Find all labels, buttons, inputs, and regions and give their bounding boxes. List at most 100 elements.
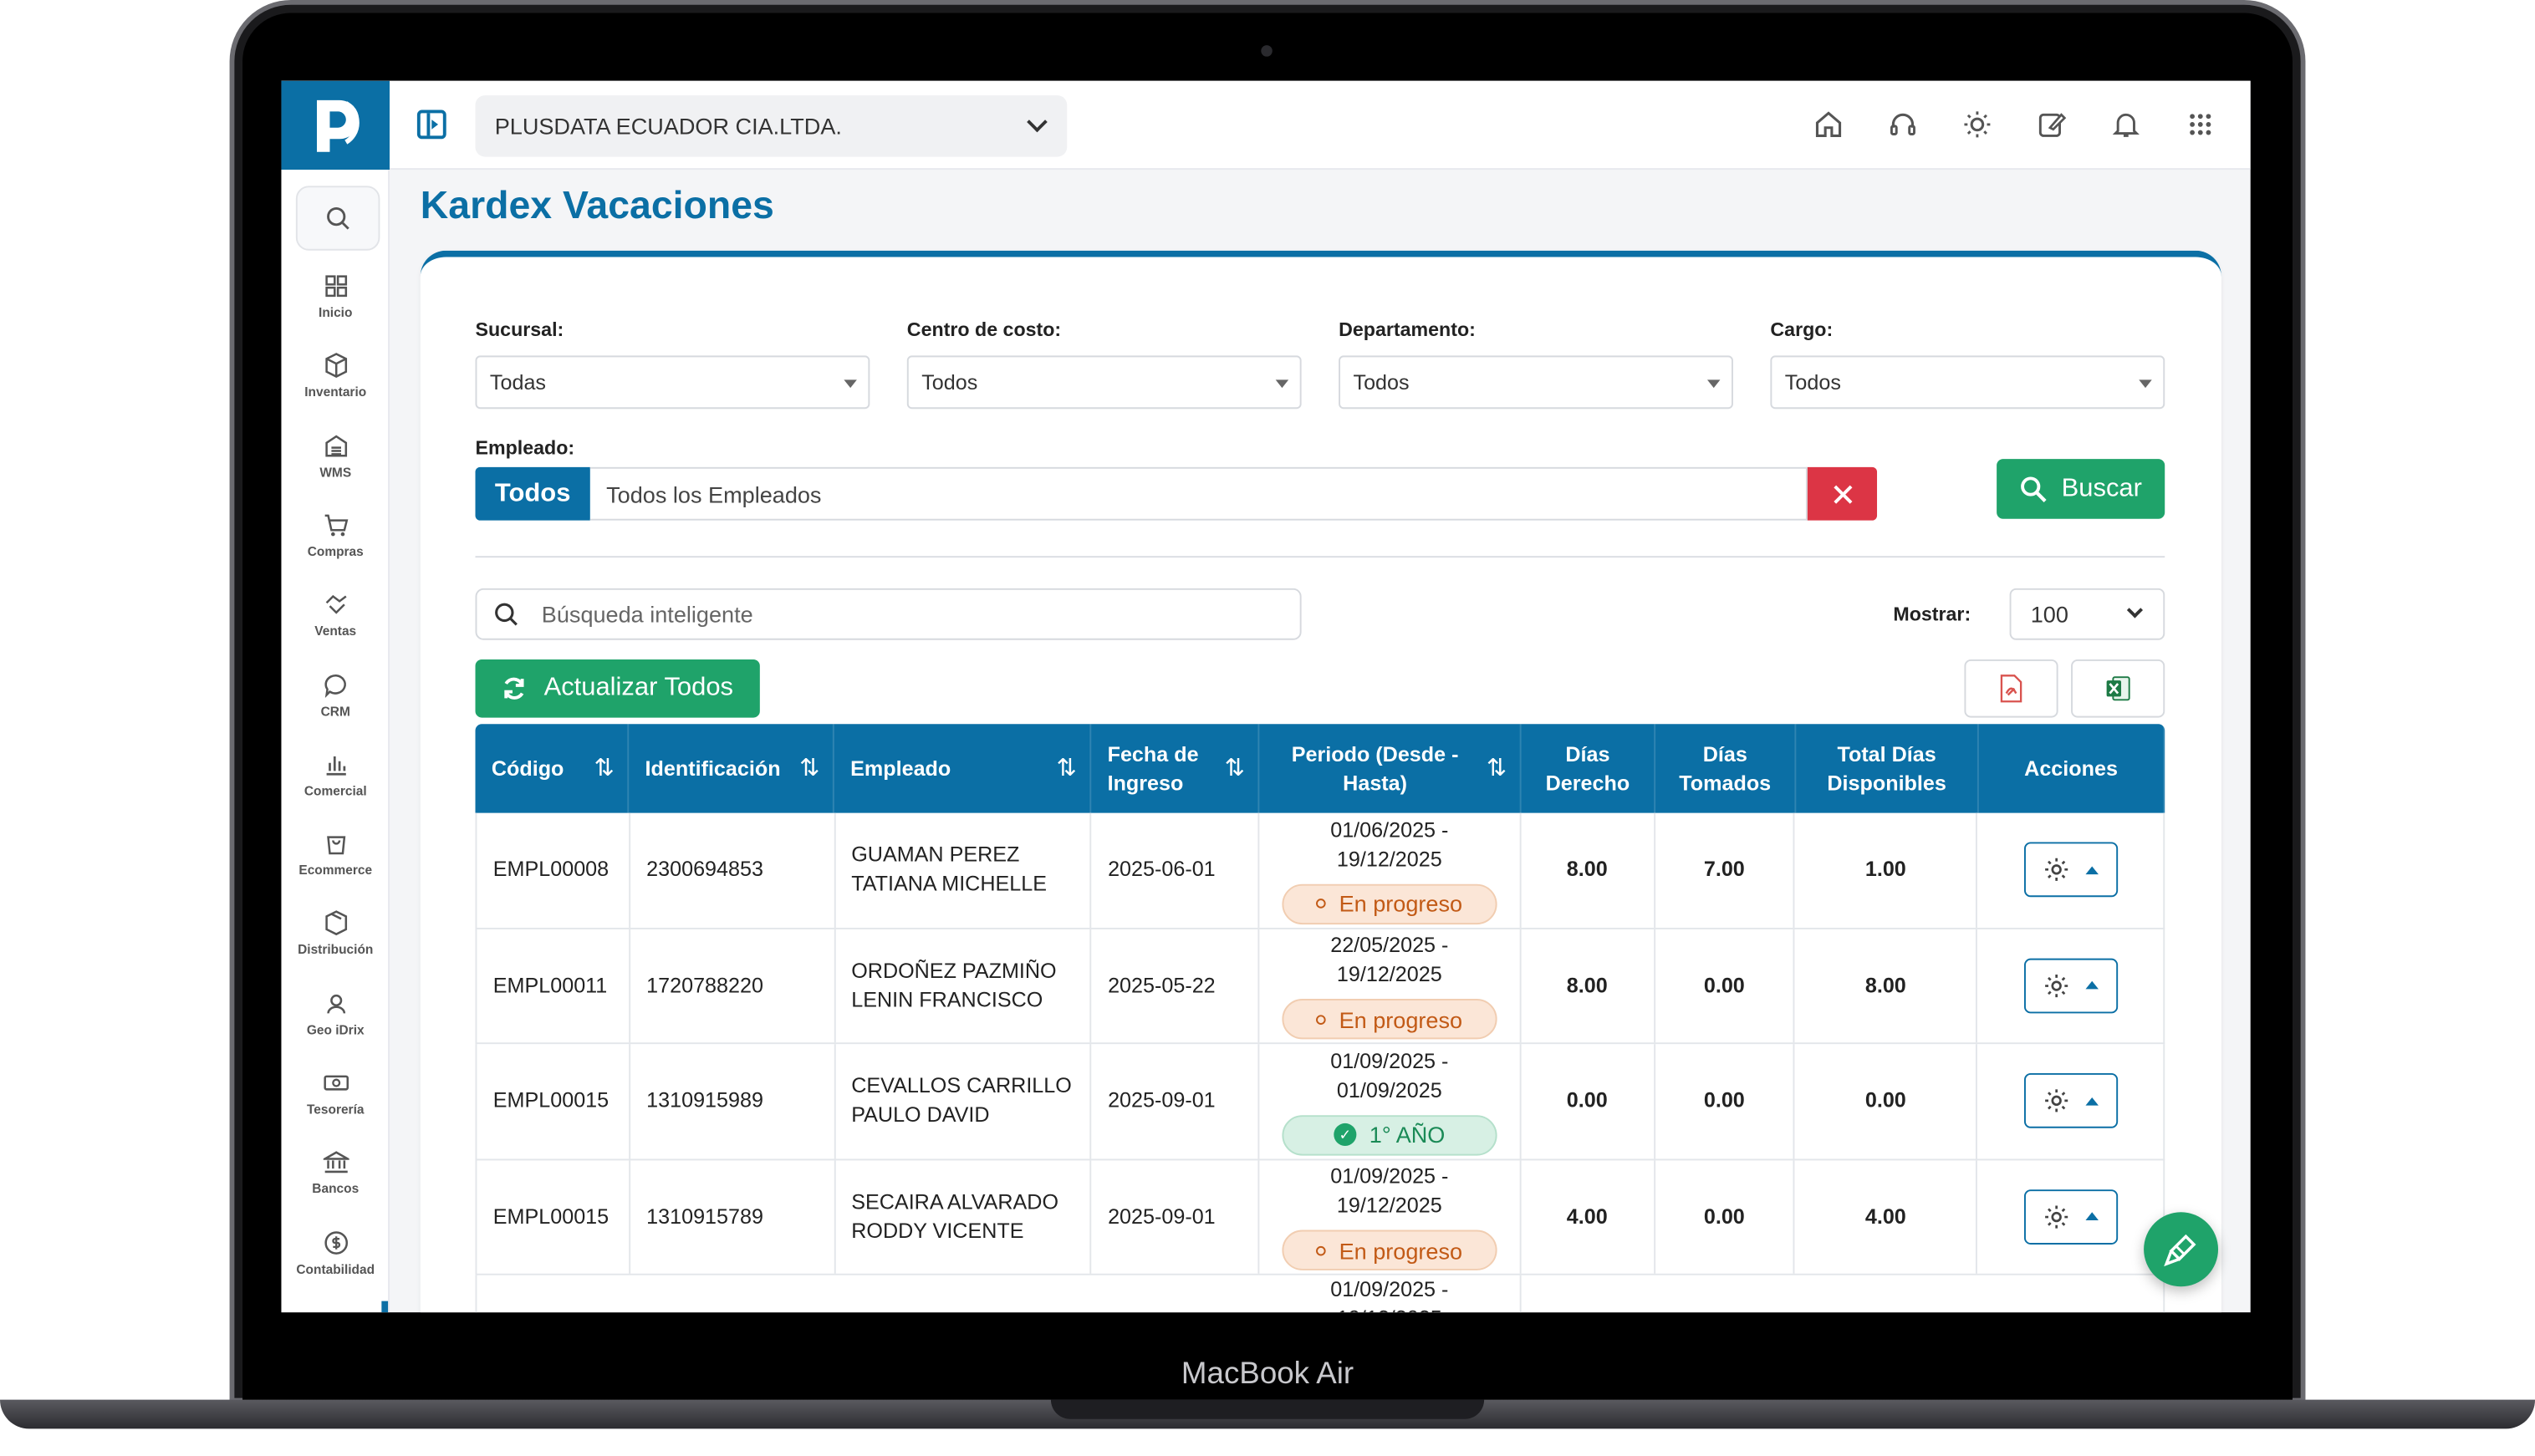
- main-content: Kardex Vacaciones Sucursal: Todas Centro…: [390, 170, 2251, 1313]
- column-header-label: Total Días Disponibles: [1827, 741, 1946, 795]
- status-badge-label: En progreso: [1339, 1006, 1463, 1033]
- home-icon[interactable]: [1814, 107, 1844, 143]
- sidebar-item-bancos[interactable]: Bancos: [281, 1149, 390, 1197]
- screen: PLUSDATA ECUADOR CIA.LTDA. Inicio Invent…: [281, 80, 2251, 1313]
- mostrar-value: 100: [2030, 601, 2068, 628]
- search-icon: [327, 206, 349, 230]
- package-icon: [324, 910, 347, 936]
- cargo-select[interactable]: Todos: [1770, 355, 2165, 410]
- sort-icon[interactable]: ⇅: [1057, 755, 1077, 784]
- sidebar-item-inventario[interactable]: Inventario: [281, 353, 390, 400]
- row-actions-button[interactable]: [2023, 1189, 2118, 1245]
- sidebar-search-button[interactable]: [295, 186, 380, 251]
- search-icon: [2021, 476, 2047, 501]
- cell-fecha-ingreso: 2025-09-01: [1092, 1159, 1260, 1274]
- status-dot-icon: [1316, 1014, 1327, 1025]
- sidebar-item-inicio[interactable]: Inicio: [281, 273, 390, 320]
- cell-periodo: 01/09/2025 - 19/12/2025: [1259, 1275, 1522, 1313]
- column-header[interactable]: Empleado ⇅: [834, 724, 1092, 813]
- export-pdf-button[interactable]: [1964, 659, 2058, 718]
- cell-identificacion: 1720788220: [630, 928, 835, 1043]
- buscar-label: Buscar: [2061, 474, 2142, 502]
- sort-icon[interactable]: ⇅: [799, 755, 819, 784]
- row-actions-button[interactable]: [2023, 958, 2118, 1013]
- cell-codigo: EMPL00011: [477, 928, 630, 1043]
- theme-fab-button[interactable]: [2144, 1212, 2219, 1287]
- sidebar-item-ecommerce[interactable]: Ecommerce: [281, 831, 390, 878]
- sidebar: Inicio Inventario WMS Compras Ventas CRM Comer…: [281, 170, 390, 1313]
- sidebar-item-label: CRM: [320, 704, 350, 719]
- column-header-label: Empleado: [850, 756, 951, 781]
- clear-empleado-button[interactable]: [1807, 466, 1878, 521]
- column-header[interactable]: Identificación ⇅: [629, 724, 834, 813]
- departamento-label: Departamento:: [1339, 318, 1476, 342]
- sidebar-item-label: Ecommerce: [298, 863, 373, 878]
- periodo-text: 01/09/2025 - 01/09/2025: [1330, 1048, 1449, 1102]
- logo-icon: [316, 99, 359, 151]
- sidebar-item-distribuci-n[interactable]: Distribución: [281, 910, 390, 958]
- sidebar-item-label: WMS: [319, 465, 352, 480]
- sidebar-item-ventas[interactable]: Ventas: [281, 592, 390, 639]
- apps-grid-icon[interactable]: [2186, 107, 2215, 143]
- sort-icon[interactable]: ⇅: [1225, 755, 1245, 784]
- cell-fecha-ingreso: 2025-09-01: [1092, 1044, 1260, 1158]
- actualizar-todos-button[interactable]: Actualizar Todos: [475, 659, 760, 718]
- divider: [475, 556, 2165, 558]
- periodo-text: 01/06/2025 - 19/12/2025: [1330, 817, 1449, 871]
- chat-icon: [324, 674, 345, 698]
- row-actions-button[interactable]: [2023, 842, 2118, 898]
- sort-icon[interactable]: ⇅: [594, 755, 614, 784]
- excel-icon: [2106, 676, 2130, 701]
- centro-costo-select[interactable]: Todos: [906, 355, 1302, 410]
- column-header[interactable]: Periodo (Desde - Hasta) ⇅: [1259, 724, 1522, 813]
- location-user-icon: [326, 994, 345, 1014]
- sidebar-item-crm[interactable]: CRM: [281, 671, 390, 719]
- top-icons: [1814, 107, 2216, 143]
- sort-icon[interactable]: ⇅: [1487, 755, 1507, 784]
- empleado-input[interactable]: Todos los Empleados: [589, 466, 1808, 521]
- company-select[interactable]: PLUSDATA ECUADOR CIA.LTDA.: [475, 95, 1068, 157]
- smart-search-input[interactable]: Búsqueda inteligente: [475, 588, 1302, 640]
- sidebar-item-compras[interactable]: Compras: [281, 512, 390, 559]
- cell-total-disponibles: 4.00: [1795, 1159, 1978, 1274]
- camera: [1261, 45, 1273, 57]
- app-logo[interactable]: [281, 80, 390, 171]
- bell-icon[interactable]: [2111, 107, 2140, 143]
- gear-icon: [2044, 974, 2068, 997]
- sidebar-item-contabilidad[interactable]: Contabilidad: [281, 1229, 390, 1276]
- sidebar-item-wms[interactable]: WMS: [281, 432, 390, 480]
- mostrar-select[interactable]: 100: [2009, 588, 2165, 640]
- column-header: Días Tomados: [1655, 724, 1797, 813]
- caret-up-icon: [2084, 865, 2099, 874]
- sidebar-item-label: Ventas: [314, 624, 357, 639]
- sidebar-item-label: Geo iDrix: [306, 1022, 365, 1037]
- gear-icon: [2044, 858, 2068, 882]
- sidebar-item-label: Tesorería: [306, 1102, 365, 1117]
- headset-icon[interactable]: [1889, 107, 1918, 143]
- sucursal-select[interactable]: Todas: [475, 355, 870, 410]
- cell-identificacion: 1310915989: [630, 1044, 835, 1158]
- empleado-tag[interactable]: Todos: [475, 466, 590, 521]
- sidebar-toggle-icon[interactable]: [416, 109, 446, 140]
- row-actions-button[interactable]: [2023, 1073, 2118, 1129]
- column-header[interactable]: Fecha de Ingreso ⇅: [1091, 724, 1260, 813]
- edit-icon[interactable]: [2037, 107, 2067, 143]
- column-header[interactable]: Código ⇅: [476, 724, 630, 813]
- chevron-down-icon: [1027, 111, 1048, 133]
- sidebar-item-tesorer-a[interactable]: Tesorería: [281, 1070, 390, 1117]
- status-dot-icon: [1316, 899, 1327, 909]
- departamento-select[interactable]: Todos: [1339, 355, 1733, 410]
- sun-icon[interactable]: [1963, 107, 1992, 143]
- column-header-label: Código: [491, 756, 564, 781]
- stage: MacBook Air PLUSDATA ECUADOR CIA.LTDA. I…: [0, 0, 2535, 1429]
- sidebar-item-geo-idrix[interactable]: Geo iDrix: [281, 990, 390, 1037]
- cell-periodo: 01/09/2025 - 01/09/2025 ✓ 1° AÑO: [1259, 1044, 1522, 1158]
- cell-codigo: EMPL00015: [477, 1044, 630, 1158]
- empleado-label: Empleado:: [475, 436, 575, 460]
- sidebar-item-comercial[interactable]: Comercial: [281, 751, 390, 798]
- export-excel-button[interactable]: [2071, 659, 2165, 718]
- laptop-notch: [1050, 1399, 1485, 1419]
- buscar-button[interactable]: Buscar: [1997, 459, 2165, 519]
- cell-periodo: 01/09/2025 - 19/12/2025 En progreso: [1259, 1159, 1522, 1274]
- column-header: Total Días Disponibles: [1796, 724, 1979, 813]
